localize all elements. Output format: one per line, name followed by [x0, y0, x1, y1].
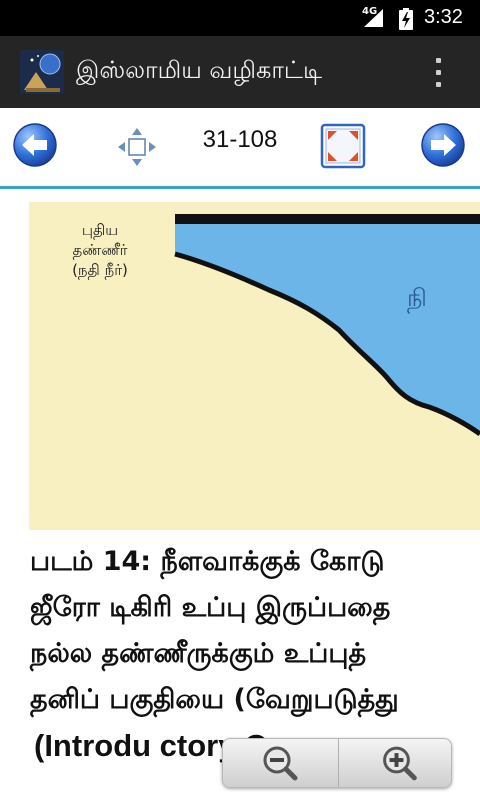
figure-image: நி புதிய தண்ணீர் (நதி நீர்) [29, 202, 480, 530]
fullscreen-icon[interactable] [320, 123, 366, 169]
figure-label-line: (நதி நீர்) [72, 261, 128, 279]
move-icon[interactable] [114, 124, 160, 170]
zoom-controls [222, 738, 452, 788]
navigation-toolbar: 31-108 [0, 108, 480, 186]
svg-text:நி: நி [407, 284, 427, 314]
caption-line: நல்ல தண்ணீருக்கும் உப்புத் [30, 638, 367, 669]
figure-label: புதிய தண்ணீர் (நதி நீர்) [29, 220, 171, 280]
caption-text: படம் 14: நீளவாக்குக் கோடு ஜீரோ டிகிரி உப… [30, 539, 480, 769]
status-time: 3:32 [424, 6, 463, 28]
figure-label-line: புதிய [81, 221, 119, 239]
app-icon[interactable] [20, 50, 64, 94]
arrow-right-icon[interactable] [420, 122, 466, 168]
arrow-left-icon[interactable] [12, 122, 58, 168]
page-content[interactable]: நி புதிய தண்ணீர் (நதி நீர்) படம் 14: நீள… [0, 189, 480, 800]
caption-line: ஜீரோ டிகிரி உப்பு இருப்பதை [30, 592, 391, 623]
action-bar: இஸ்லாமிய வழிகாட்டி [0, 36, 480, 108]
zoom-in-icon[interactable] [338, 739, 453, 787]
caption-line: படம் 14: நீளவாக்குக் கோடு [30, 546, 385, 577]
caption-line: தனிப் பகுதியை (வேறுபடுத்து [30, 684, 399, 715]
figure-label-line: தண்ணீர் [72, 241, 128, 259]
signal-icon [364, 9, 383, 27]
app-title: இஸ்லாமிய வழிகாட்டி [76, 56, 323, 84]
status-bar: 4G 3:32 [0, 0, 480, 36]
overflow-menu-icon[interactable] [420, 50, 456, 94]
zoom-out-icon[interactable] [223, 739, 338, 787]
page-indicator: 31-108 [202, 126, 278, 153]
battery-charging-icon [399, 8, 413, 30]
